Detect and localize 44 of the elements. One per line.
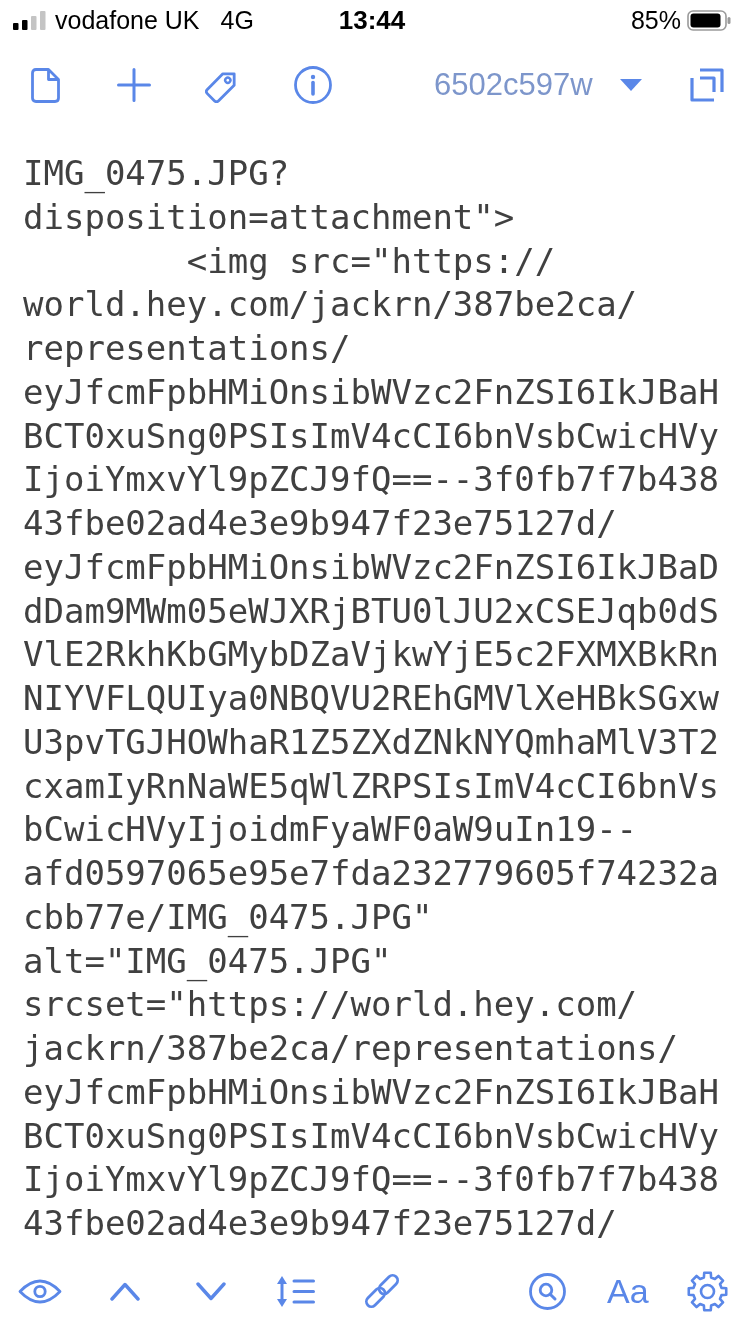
code-line: eyJfcmFpbHMiOnsibWVzc2FnZSI6IkJBaH	[23, 1070, 719, 1114]
code-line: NIYVFLQUIya0NBQVU2REhGMVlXeHBkSGxw	[23, 677, 719, 720]
line-spacing-icon[interactable]	[277, 1275, 315, 1307]
code-line: eyJfcmFpbHMiOnsibWVzc2FnZSI6IkJBaH	[23, 370, 719, 414]
chevron-up-icon[interactable]	[110, 1281, 140, 1301]
code-line: representations/	[23, 327, 351, 370]
code-line: VlE2RkhKbGMybDZaVjkwYjE5c2FXMXBkRn	[23, 633, 719, 677]
code-line: BCT0xuSng0PSIsImV4cCI6bnVsbCwicHVy	[23, 414, 719, 458]
code-line: world.hey.com/jackrn/387be2ca/	[23, 283, 638, 327]
code-line: 43fbe02ad4e3e9b947f23e75127d/	[23, 502, 617, 545]
link-icon[interactable]	[363, 1272, 401, 1310]
code-line: dDam9MWm05eWJXRjBTU0lJU2xCSEJqb0dS	[23, 589, 719, 633]
search-icon[interactable]	[529, 1272, 566, 1310]
code-line: <img src="https://	[185, 239, 556, 283]
settings-icon[interactable]	[686, 1270, 728, 1312]
code-line: IMG_0475.JPG?	[23, 152, 290, 196]
code-line: disposition=attachment">	[23, 195, 515, 239]
code-line: eyJfcmFpbHMiOnsibWVzc2FnZSI6IkJBaD	[23, 545, 719, 589]
code-line: IjoiYmxvYl9pZCJ9fQ==--3f0fb7f7b438	[23, 1158, 719, 1202]
code-line: IjoiYmxvYl9pZCJ9fQ==--3f0fb7f7b438	[23, 458, 719, 502]
document-title[interactable]: 6502c597w	[434, 67, 593, 103]
code-line: srcset="https://world.hey.com/	[23, 983, 638, 1027]
code-line: BCT0xuSng0PSIsImV4cCI6bnVsbCwicHVy	[23, 1114, 719, 1158]
battery-percent: 85%	[630, 5, 681, 35]
code-line: cbb77e/IMG_0475.JPG"	[23, 895, 433, 940]
code-line: alt="IMG_0475.JPG"	[23, 939, 392, 984]
code-line: cxamIyRnNaWE5qWlZRPSIsImV4cCI6bnVs	[23, 764, 719, 808]
code-line: U3pvTGJHOWhaR1Z5ZXdZNkNYQmhaMlV3T2	[23, 720, 719, 764]
carrier-name: vodafone UK	[55, 5, 200, 35]
font-size-button[interactable]: Aa	[607, 1274, 649, 1308]
code-line: 43fbe02ad4e3e9b947f23e75127d/	[23, 1202, 617, 1245]
code-line: bCwicHVyIjoidmFyaWF0aW9uIn19--	[23, 808, 638, 852]
plus-icon[interactable]	[117, 68, 151, 102]
signal-icon	[13, 10, 46, 30]
network-type: 4G	[220, 5, 254, 35]
caret-icon[interactable]	[619, 79, 642, 91]
clock-time: 13:44	[338, 4, 406, 36]
code-line: jackrn/387be2ca/representations/	[23, 1027, 679, 1070]
expand-icon[interactable]	[690, 68, 724, 102]
chevron-down-icon[interactable]	[196, 1281, 226, 1301]
battery-icon	[687, 9, 731, 31]
document-icon[interactable]	[31, 67, 60, 103]
info-icon[interactable]	[294, 66, 332, 104]
code-line: afd0597065e95e7fda232779605f74232a	[23, 852, 719, 895]
